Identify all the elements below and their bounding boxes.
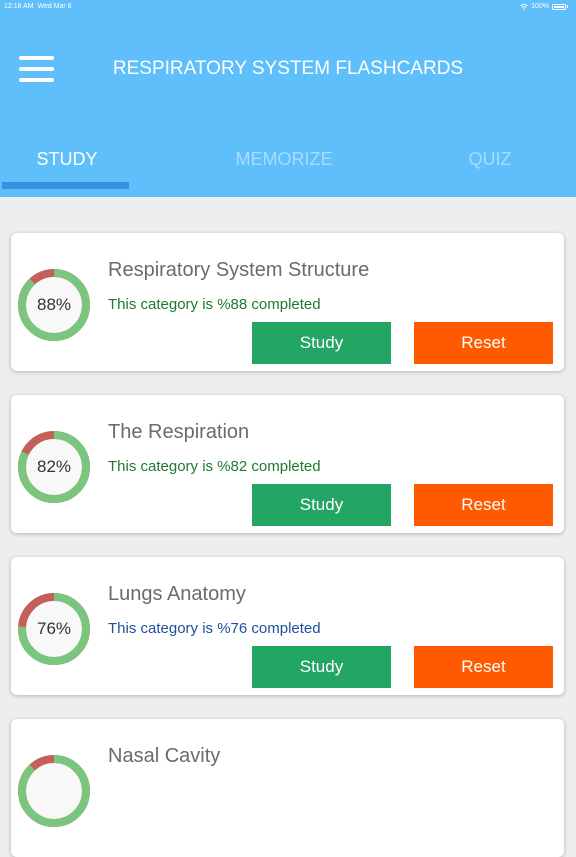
reset-button[interactable]: Reset <box>414 646 553 688</box>
status-bar: 12:16 AM Wed Mar 8 100% <box>0 0 576 14</box>
progress-percent: 76% <box>36 619 72 638</box>
category-title: Nasal Cavity <box>108 745 221 767</box>
progress-percent: 82% <box>36 457 72 476</box>
active-tab-indicator <box>2 182 129 189</box>
app-title: RESPIRATORY SYSTEM FLASHCARDS <box>0 58 576 80</box>
category-status: This category is %82 completed <box>108 458 321 475</box>
app-title-text: RESPIRATORY SYSTEM FLASHCARDS <box>112 58 464 79</box>
category-card: 76% Lungs Anatomy This category is %76 c… <box>11 557 564 695</box>
wifi-icon <box>520 3 528 10</box>
status-right: 100% <box>520 3 568 10</box>
progress-ring <box>18 755 90 827</box>
study-button[interactable]: Study <box>252 322 391 364</box>
category-status: This category is %76 completed <box>108 620 321 637</box>
category-card: 82% The Respiration This category is %82… <box>11 395 564 533</box>
study-button[interactable]: Study <box>252 646 391 688</box>
category-card: 88% Respiratory System Structure This ca… <box>11 233 564 371</box>
app-header: 12:16 AM Wed Mar 8 100% RESPIRATORY SYST… <box>0 0 576 197</box>
tab-memorize[interactable]: MEMORIZE <box>190 149 378 173</box>
tab-study[interactable]: STUDY <box>0 149 134 173</box>
category-title: The Respiration <box>108 421 250 443</box>
status-clock: 12:16 AM <box>4 3 34 10</box>
category-title: Respiratory System Structure <box>108 259 370 281</box>
reset-button[interactable]: Reset <box>414 484 553 526</box>
reset-button[interactable]: Reset <box>414 322 553 364</box>
study-button[interactable]: Study <box>252 484 391 526</box>
category-status: This category is %88 completed <box>108 296 321 313</box>
category-title: Lungs Anatomy <box>108 583 246 605</box>
battery-percent: 100% <box>531 3 549 10</box>
progress-percent: 88% <box>36 295 72 314</box>
status-time: 12:16 AM Wed Mar 8 <box>4 3 72 10</box>
status-date: Wed Mar 8 <box>37 3 72 10</box>
category-card: Nasal Cavity <box>11 719 564 857</box>
tab-quiz[interactable]: QUIZ <box>430 149 550 173</box>
battery-icon <box>552 3 566 10</box>
battery-tip <box>567 5 568 8</box>
